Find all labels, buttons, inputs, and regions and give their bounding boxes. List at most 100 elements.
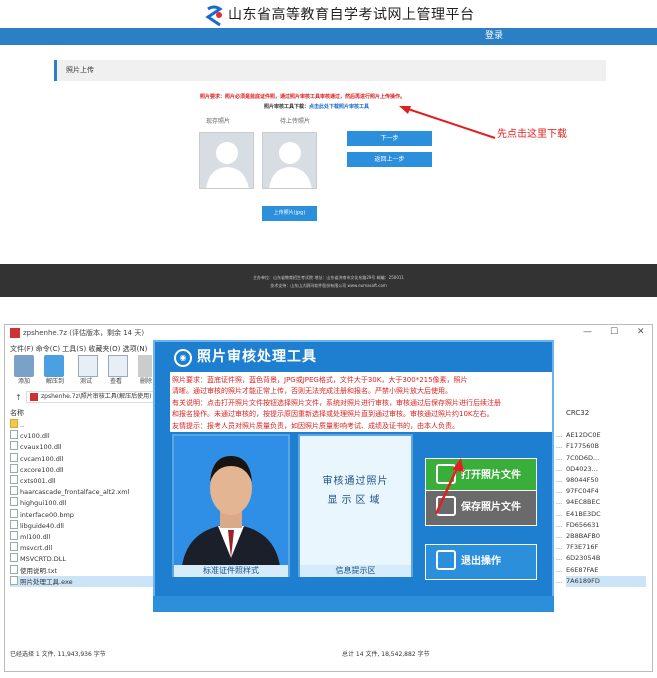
file-row[interactable]: cvaux100.dll xyxy=(10,441,156,452)
file-crc: FD656631 xyxy=(566,520,600,529)
file-icon xyxy=(10,419,18,428)
up-arrow-icon[interactable]: ↑ xyxy=(15,393,22,403)
delete-icon[interactable] xyxy=(138,355,152,377)
info-display-text-2: 显示区域 xyxy=(327,495,384,506)
file-row[interactable]: MSVCRTD.DLL xyxy=(10,553,156,564)
file-row[interactable]: interface00.bmp xyxy=(10,508,156,520)
file-row[interactable]: cv100.dll xyxy=(10,430,156,441)
file-crc: 7A6189FD xyxy=(566,575,646,587)
pointer-arrow-icon xyxy=(434,458,464,515)
file-name: cvaux100.dll xyxy=(20,443,62,452)
file-name: haarcascade_frontalface_alt2.xml xyxy=(20,488,130,497)
login-link[interactable]: 登录 xyxy=(485,29,503,43)
status-selected: 已经选择 1 文件, 11,943,936 字节 xyxy=(10,651,106,658)
file-row[interactable]: msvcrt.dll xyxy=(10,542,156,553)
tool-line-2: 清晰。通过审核的照片才能正常上传，否则无法完成注册和报名。严禁小照片放大后使用。 xyxy=(172,387,452,395)
file-crc: F177560B xyxy=(566,442,600,451)
file-row[interactable]: cvcam100.dll xyxy=(10,452,156,464)
file-icon xyxy=(10,452,18,462)
archive-app-icon xyxy=(10,328,20,338)
sample-photo-caption: 标准证件照样式 xyxy=(174,565,288,577)
file-row[interactable]: 使用说明.txt xyxy=(10,564,156,576)
truncated-column-marker: ... xyxy=(556,532,563,540)
file-name: msvcrt.dll xyxy=(20,544,53,553)
minimize-icon[interactable]: — xyxy=(583,326,592,338)
file-name: .. xyxy=(20,421,25,429)
upload-photo-button[interactable]: 上传照片(jpg) xyxy=(262,206,317,221)
site-title: 山东省高等教育自学考试网上管理平台 xyxy=(228,7,475,23)
truncated-column-marker: ... xyxy=(556,543,563,552)
truncated-column-marker: ... xyxy=(556,464,563,473)
file-name: 照片处理工具.exe xyxy=(20,577,73,586)
truncated-column-marker: ... xyxy=(556,520,563,529)
close-icon[interactable]: ✕ xyxy=(637,326,645,338)
footer-line-1: 主办单位：山东省教育招生考试院 地址：山东省济南市文化东路29号 邮编：2500… xyxy=(253,275,404,280)
tool-bottom-bar xyxy=(153,596,554,612)
file-name: 使用说明.txt xyxy=(20,566,58,575)
file-icon xyxy=(10,564,18,574)
status-total: 总计 14 文件, 18,542,882 字节 xyxy=(342,651,430,658)
file-name: ml100.dll xyxy=(20,533,51,541)
file-crc: 7C0D6D... xyxy=(566,453,600,462)
column-header-crc[interactable]: CRC32 xyxy=(566,408,589,418)
truncated-column-marker: ... xyxy=(556,476,563,484)
file-row[interactable]: highgui100.dll xyxy=(10,497,156,508)
toolbar-add-label: 添加 xyxy=(18,378,31,385)
column-header-name[interactable]: 名称 xyxy=(10,408,24,418)
truncated-column-marker: ... xyxy=(556,453,563,462)
file-crc: 6D23054B xyxy=(566,554,601,563)
upload-panel xyxy=(54,57,606,274)
truncated-column-marker: ... xyxy=(556,498,563,507)
exit-button[interactable]: 退出操作 xyxy=(425,544,537,580)
file-name: cv100.dll xyxy=(20,432,50,441)
menu-bar[interactable]: 文件(F) 命令(C) 工具(S) 收藏夹(O) 选项(N) xyxy=(10,344,147,354)
view-icon[interactable] xyxy=(108,355,128,377)
file-name: interface00.bmp xyxy=(20,510,74,519)
test-icon[interactable] xyxy=(78,355,98,377)
file-icon xyxy=(10,497,18,507)
file-row[interactable]: libguide40.dll xyxy=(10,519,156,531)
file-crc: 98044F50 xyxy=(566,476,599,484)
file-icon xyxy=(10,475,18,484)
window-title: zpshenhe.7z (评估版本，剩余 14 天) xyxy=(23,329,145,337)
download-line: 照片审核工具下载：点击此处下载照片审核工具 xyxy=(264,103,369,111)
tool-title: 照片审核处理工具 xyxy=(197,349,317,365)
file-crc: E41BE3DC xyxy=(566,509,601,518)
file-row[interactable]: 照片处理工具.exe xyxy=(10,575,156,587)
file-name: highgui100.dll xyxy=(20,499,67,508)
back-step-button[interactable]: 返回上一步 xyxy=(347,152,432,167)
save-photo-label: 保存照片文件 xyxy=(461,502,521,513)
file-icon xyxy=(10,463,18,473)
file-crc: 97FC04F4 xyxy=(566,487,599,496)
extract-icon[interactable] xyxy=(44,355,64,377)
download-callout: 先点击这里下载 xyxy=(497,129,567,140)
download-tool-link[interactable]: 点击此处下载照片审核工具 xyxy=(309,104,369,110)
maximize-icon[interactable]: ☐ xyxy=(610,326,618,338)
file-crc: 0D4023... xyxy=(566,464,598,473)
file-row[interactable]: .. xyxy=(10,419,156,430)
file-crc: 2B8BAFB0 xyxy=(566,532,600,540)
file-row[interactable]: haarcascade_frontalface_alt2.xml xyxy=(10,486,156,497)
existing-photo-label: 现存照片 xyxy=(206,118,231,125)
toolbar-test-label: 测试 xyxy=(80,378,93,385)
file-name: cxcore100.dll xyxy=(20,465,64,474)
file-row[interactable]: ml100.dll xyxy=(10,531,156,542)
address-text: zpshenhe.7z\照片审核工具(解压后使用) xyxy=(41,393,152,400)
file-row[interactable]: cxts001.dll xyxy=(10,475,156,486)
toolbar-extract-label: 解压到 xyxy=(46,378,65,385)
truncated-column-marker: ... xyxy=(556,576,563,585)
existing-photo-placeholder xyxy=(199,132,254,189)
exit-icon xyxy=(436,550,456,570)
info-area-caption: 信息提示区 xyxy=(300,565,411,577)
truncated-column-marker: ... xyxy=(556,487,563,496)
file-icon xyxy=(10,575,18,585)
add-icon[interactable] xyxy=(14,355,34,377)
file-row[interactable]: cxcore100.dll xyxy=(10,463,156,475)
nav-bar xyxy=(0,28,657,45)
truncated-column-marker: ... xyxy=(556,431,563,440)
truncated-column-marker: ... xyxy=(556,442,563,451)
file-name: cvcam100.dll xyxy=(20,454,64,463)
file-crc: 94EC8BEC xyxy=(566,498,601,507)
file-icon xyxy=(10,519,18,529)
truncated-column-marker: ... xyxy=(556,565,563,574)
